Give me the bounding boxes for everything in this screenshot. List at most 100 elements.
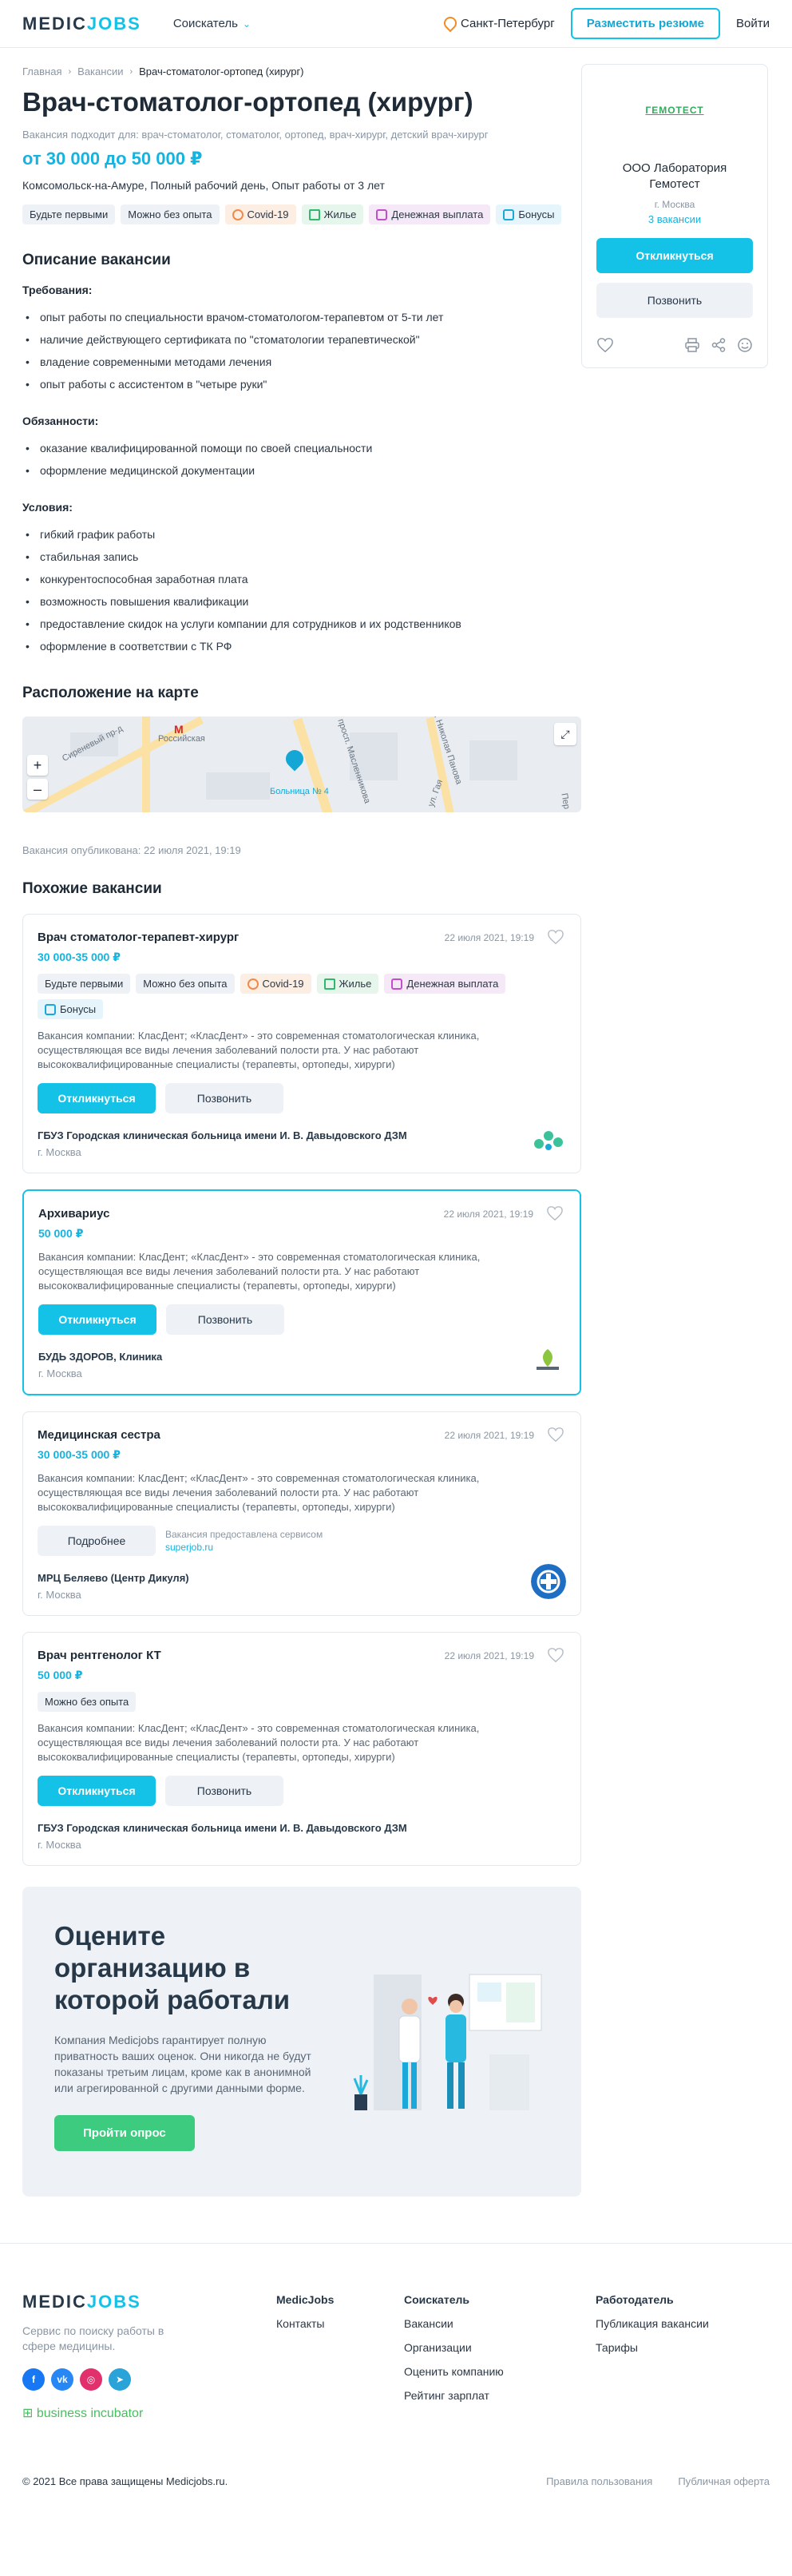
- footer-link-contacts[interactable]: Контакты: [276, 2317, 334, 2330]
- role-dropdown[interactable]: Соискатель ⌄: [173, 17, 251, 30]
- heart-icon[interactable]: [596, 337, 614, 353]
- tag: Будьте первыми: [22, 204, 116, 224]
- tag-label: Бонусы: [518, 208, 555, 220]
- more-button[interactable]: Подробнее: [38, 1526, 156, 1556]
- apply-button[interactable]: Откликнуться: [38, 1776, 156, 1806]
- card-salary: 50 000 ₽: [38, 1669, 83, 1681]
- footer: MEDICJOBS Сервис по поиску работы в сфер…: [0, 2243, 792, 2511]
- conditions-title: Условия:: [22, 501, 73, 514]
- virus-icon: [247, 978, 259, 990]
- offer-link[interactable]: Публичная оферта: [678, 2475, 770, 2487]
- footer-link-organizations[interactable]: Организации: [404, 2341, 504, 2354]
- main-content: Главная › Вакансии › Врач-стоматолог-орт…: [22, 48, 581, 2197]
- share-icon[interactable]: [711, 338, 726, 352]
- call-button[interactable]: Позвонить: [166, 1304, 284, 1335]
- company-logo-icon: [534, 1131, 563, 1150]
- similar-title: Похожие вакансии: [22, 880, 162, 897]
- company-name[interactable]: МРЦ Беляево (Центр Дикуля): [38, 1572, 566, 1584]
- heart-icon[interactable]: [547, 929, 564, 945]
- heart-icon[interactable]: [547, 1647, 564, 1663]
- company-name[interactable]: ГБУЗ Городская клиническая больница имен…: [38, 1822, 566, 1834]
- card-salary: 30 000-35 000 ₽: [38, 951, 121, 963]
- card-date: 22 июля 2021, 19:19: [444, 1650, 534, 1661]
- list-item: гибкий график работы: [22, 523, 581, 546]
- login-link[interactable]: Войти: [736, 17, 770, 30]
- footer-col-title: Соискатель: [404, 2293, 469, 2306]
- company-city: г. Москва: [38, 1839, 81, 1851]
- company-logo[interactable]: ГЕМОТЕСТ: [596, 105, 753, 116]
- logo-jobs: JOBS: [86, 13, 141, 34]
- company-city: г. Москва: [654, 199, 695, 210]
- list-item: наличие действующего сертификата по "сто…: [22, 328, 581, 351]
- service-text: Вакансия предоставлена сервисом: [165, 1529, 323, 1540]
- survey-button[interactable]: Пройти опрос: [54, 2115, 195, 2151]
- print-icon[interactable]: [684, 338, 700, 352]
- vk-icon[interactable]: vk: [51, 2368, 73, 2391]
- call-button[interactable]: Позвонить: [596, 283, 753, 318]
- service-link[interactable]: superjob.ru: [165, 1542, 213, 1553]
- breadcrumb-vacancies[interactable]: Вакансии: [77, 65, 123, 77]
- heart-icon[interactable]: [546, 1205, 564, 1221]
- telegram-icon[interactable]: ➤: [109, 2368, 131, 2391]
- business-incubator-link[interactable]: ⊞ business incubator: [22, 2405, 770, 2421]
- heart-icon[interactable]: [547, 1427, 564, 1443]
- call-button[interactable]: Позвонить: [165, 1083, 283, 1113]
- vacancy-card[interactable]: Врач стоматолог-терапевт-хирург 22 июля …: [22, 914, 581, 1173]
- card-salary: 50 000 ₽: [38, 1227, 84, 1240]
- list-item: оформление в соответствии с ТК РФ: [22, 635, 581, 657]
- apply-button[interactable]: Откликнуться: [38, 1304, 156, 1335]
- card-salary: 30 000-35 000 ₽: [38, 1448, 121, 1461]
- footer-link-tariffs[interactable]: Тарифы: [596, 2341, 709, 2354]
- tag-covid: Covid-19: [224, 204, 296, 224]
- facebook-icon[interactable]: f: [22, 2368, 45, 2391]
- list-item: стабильная запись: [22, 546, 581, 568]
- wallet-icon: [391, 978, 403, 990]
- doctors-illustration-icon: [353, 1974, 542, 2110]
- service-note: Вакансия предоставлена сервисом superjob…: [165, 1528, 323, 1554]
- company-name[interactable]: ООО Лаборатория Гемотест: [596, 161, 753, 193]
- duties-title: Обязанности:: [22, 415, 99, 427]
- logo[interactable]: MEDICJOBS: [22, 14, 141, 34]
- copyright: © 2021 Все права защищены Medicjobs.ru.: [22, 2475, 228, 2487]
- smile-icon[interactable]: [737, 337, 753, 353]
- company-name[interactable]: ГБУЗ Городская клиническая больница имен…: [38, 1129, 566, 1141]
- call-button[interactable]: Позвонить: [165, 1776, 283, 1806]
- footer-link-vacancies[interactable]: Вакансии: [404, 2317, 504, 2330]
- incubator-icon: ⊞: [22, 2407, 37, 2420]
- vacancy-card[interactable]: Врач рентгенолог КТ 22 июля 2021, 19:19 …: [22, 1632, 581, 1866]
- post-resume-button[interactable]: Разместить резюме: [570, 8, 721, 39]
- company-vacancies-link[interactable]: 3 вакансии: [596, 213, 753, 225]
- tag-label: Денежная выплата: [406, 978, 499, 990]
- zoom-in-button[interactable]: +: [27, 755, 48, 776]
- tag: Можно без опыта: [38, 1692, 137, 1712]
- list-item: опыт работы с ассистентом в "четыре руки…: [22, 373, 581, 395]
- virus-icon: [232, 208, 244, 220]
- city-label: Санкт-Петербург: [461, 17, 555, 30]
- logo-medic: MEDIC: [22, 2292, 87, 2312]
- map[interactable]: Сиреневый пр-д M Российская просп. Масле…: [22, 716, 581, 812]
- footer-col-title: MedicJobs: [276, 2293, 335, 2306]
- vacancy-card[interactable]: Медицинская сестра 22 июля 2021, 19:19 3…: [22, 1411, 581, 1616]
- survey-title: Оцените организацию в которой работали: [54, 1921, 291, 2014]
- vacancy-suits: Вакансия подходит для: врач-стоматолог, …: [22, 129, 489, 141]
- tag-label: Бонусы: [60, 1003, 97, 1015]
- map-road: [142, 716, 150, 812]
- footer-link-rate-company[interactable]: Оценить компанию: [404, 2365, 504, 2378]
- apply-button[interactable]: Откликнуться: [38, 1083, 156, 1113]
- social-links: f vk ◎ ➤: [22, 2368, 770, 2391]
- apply-button[interactable]: Откликнуться: [596, 238, 753, 273]
- terms-link[interactable]: Правила пользования: [546, 2475, 652, 2487]
- card-description: Вакансия компании: КласДент; «КласДент» …: [38, 1472, 480, 1513]
- vacancy-card[interactable]: Архивариус 22 июля 2021, 19:19 50 000 ₽ …: [22, 1189, 581, 1395]
- city-selector[interactable]: Санкт-Петербург: [443, 17, 555, 31]
- breadcrumb-home[interactable]: Главная: [22, 65, 61, 77]
- list-item: опыт работы по специальности врачом-стом…: [22, 306, 581, 328]
- instagram-icon[interactable]: ◎: [80, 2368, 102, 2391]
- company-name[interactable]: БУДЬ ЗДОРОВ, Клиника: [38, 1351, 565, 1363]
- footer-link-salary-rating[interactable]: Рейтинг зарплат: [404, 2389, 504, 2402]
- zoom-out-button[interactable]: –: [27, 779, 48, 800]
- survey-text: Компания Medicjobs гарантирует полную пр…: [54, 2034, 311, 2094]
- map-building: [469, 740, 517, 780]
- fullscreen-icon[interactable]: ⤢: [554, 723, 576, 745]
- footer-link-publish[interactable]: Публикация вакансии: [596, 2317, 709, 2330]
